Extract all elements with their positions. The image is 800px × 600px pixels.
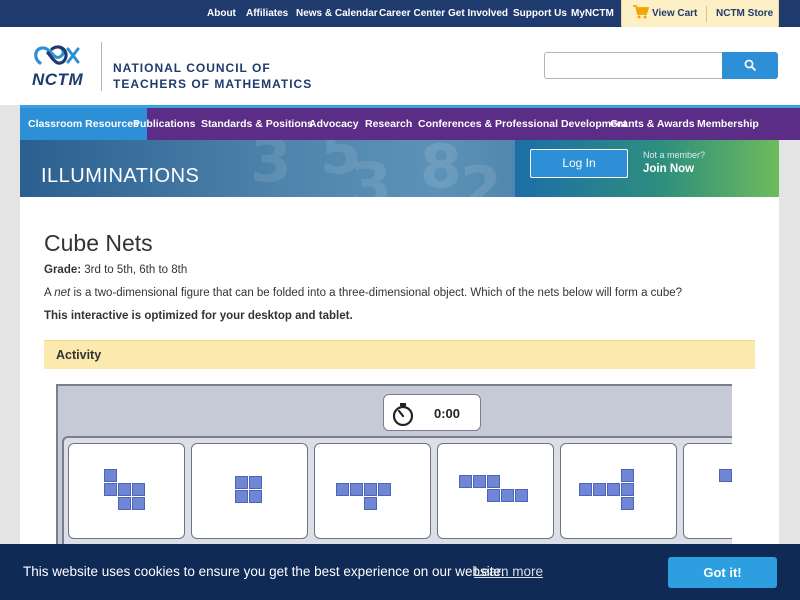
- net-square: [350, 483, 363, 496]
- net-square: [378, 483, 391, 496]
- nav-standards-positions[interactable]: Standards & Positions: [201, 108, 313, 140]
- timer: 0:00: [383, 394, 481, 431]
- net-card[interactable]: [560, 443, 677, 539]
- net-square: [487, 475, 500, 488]
- top-link-mynctm[interactable]: MyNCTM: [571, 0, 614, 27]
- desc-post: is a two-dimensional figure that can be …: [73, 287, 683, 299]
- join-now-link[interactable]: Join Now: [643, 163, 694, 175]
- cookie-banner: This website uses cookies to ensure you …: [0, 544, 800, 600]
- net-square: [621, 483, 634, 496]
- nav-conferences[interactable]: Conferences & Professional Development: [418, 108, 627, 140]
- desc-term: net: [54, 287, 71, 299]
- illuminations-banner: 3 5 3 8 2 ILLUMINATIONS Log In Not a mem…: [20, 140, 779, 197]
- nav-research[interactable]: Research: [365, 108, 412, 140]
- top-link-support-us[interactable]: Support Us: [513, 0, 567, 27]
- net-square: [132, 497, 145, 510]
- desc-pre: A: [44, 287, 52, 299]
- nav-grants-awards[interactable]: Grants & Awards: [610, 108, 695, 140]
- net-square: [235, 476, 248, 489]
- net-square: [621, 469, 634, 482]
- illuminations-title[interactable]: ILLUMINATIONS: [41, 165, 199, 188]
- net-square: [487, 489, 500, 502]
- grade-value: 3rd to 5th, 6th to 8th: [84, 264, 188, 276]
- search-button[interactable]: [722, 52, 778, 79]
- description: A net is a two-dimensional figure that c…: [44, 287, 682, 299]
- net-card[interactable]: [683, 443, 732, 539]
- org-name-line1: NATIONAL COUNCIL OF: [113, 61, 271, 75]
- net-square: [515, 489, 528, 502]
- learn-more-link[interactable]: Learn more: [474, 564, 543, 579]
- view-cart-link[interactable]: View Cart: [652, 0, 697, 27]
- net-square: [364, 497, 377, 510]
- nav-advocacy[interactable]: Advocacy: [309, 108, 359, 140]
- net-square: [459, 475, 472, 488]
- cart-box: View Cart NCTM Store: [621, 0, 779, 29]
- banner-decoration: 2: [460, 154, 502, 197]
- cart-divider: [706, 6, 707, 22]
- net-square: [336, 483, 349, 496]
- stopwatch-icon: [392, 403, 414, 426]
- net-square: [249, 476, 262, 489]
- nav-publications[interactable]: Publications: [133, 108, 195, 140]
- not-member-text: Not a member?: [643, 150, 706, 160]
- top-link-news-calendar[interactable]: News & Calendar: [296, 0, 378, 27]
- optimized-note: This interactive is optimized for your d…: [44, 310, 353, 322]
- got-it-button[interactable]: Got it!: [668, 557, 777, 588]
- net-card[interactable]: [68, 443, 185, 539]
- net-square: [364, 483, 377, 496]
- main-content: Cube Nets Grade: 3rd to 5th, 6th to 8th …: [20, 197, 779, 600]
- net-card[interactable]: [437, 443, 554, 539]
- cart-icon[interactable]: [633, 5, 649, 19]
- banner-decoration: 8: [420, 140, 462, 197]
- banner-decoration: 3: [350, 150, 392, 197]
- logo-abbrev: NCTM: [32, 70, 84, 89]
- login-button[interactable]: Log In: [530, 149, 628, 178]
- net-square: [104, 483, 117, 496]
- top-link-get-involved[interactable]: Get Involved: [448, 0, 508, 27]
- net-square: [501, 489, 514, 502]
- net-square: [104, 469, 117, 482]
- search-icon: [744, 59, 756, 71]
- net-card[interactable]: [314, 443, 431, 539]
- nav-classroom-resources[interactable]: Classroom Resources: [20, 108, 147, 140]
- top-utility-bar: About Affiliates News & Calendar Career …: [0, 0, 800, 29]
- net-square: [132, 483, 145, 496]
- net-square: [719, 469, 732, 482]
- org-name: NATIONAL COUNCIL OF TEACHERS OF MATHEMAT…: [113, 60, 312, 92]
- member-panel: Log In Not a member? Join Now: [515, 140, 779, 197]
- nctm-store-link[interactable]: NCTM Store: [716, 0, 773, 27]
- net-card[interactable]: [191, 443, 308, 539]
- nctm-logo-icon[interactable]: [32, 43, 94, 69]
- top-link-about[interactable]: About: [207, 0, 236, 27]
- net-square: [593, 483, 606, 496]
- top-link-career-center[interactable]: Career Center: [379, 0, 445, 27]
- nav-membership[interactable]: Membership: [697, 108, 759, 140]
- timer-value: 0:00: [434, 406, 461, 421]
- cookie-message: This website uses cookies to ensure you …: [23, 564, 505, 579]
- net-square: [235, 490, 248, 503]
- search-input[interactable]: [544, 52, 723, 79]
- banner-decoration: 3: [250, 140, 292, 196]
- activity-label: Activity: [56, 348, 102, 362]
- page-title: Cube Nets: [44, 230, 153, 256]
- grade-line: Grade: 3rd to 5th, 6th to 8th: [44, 264, 187, 276]
- net-square: [579, 483, 592, 496]
- net-square: [118, 483, 131, 496]
- logo-divider: [101, 42, 102, 91]
- top-link-affiliates[interactable]: Affiliates: [246, 0, 288, 27]
- grade-label: Grade:: [44, 264, 82, 276]
- org-name-line2: TEACHERS OF MATHEMATICS: [113, 77, 313, 91]
- activity-header: Activity: [44, 340, 755, 369]
- net-square: [607, 483, 620, 496]
- net-square: [249, 490, 262, 503]
- net-square: [118, 497, 131, 510]
- net-square: [473, 475, 486, 488]
- net-square: [621, 497, 634, 510]
- main-nav: Classroom Resources Publications Standar…: [20, 105, 800, 140]
- site-header: NCTM NATIONAL COUNCIL OF TEACHERS OF MAT…: [0, 27, 800, 105]
